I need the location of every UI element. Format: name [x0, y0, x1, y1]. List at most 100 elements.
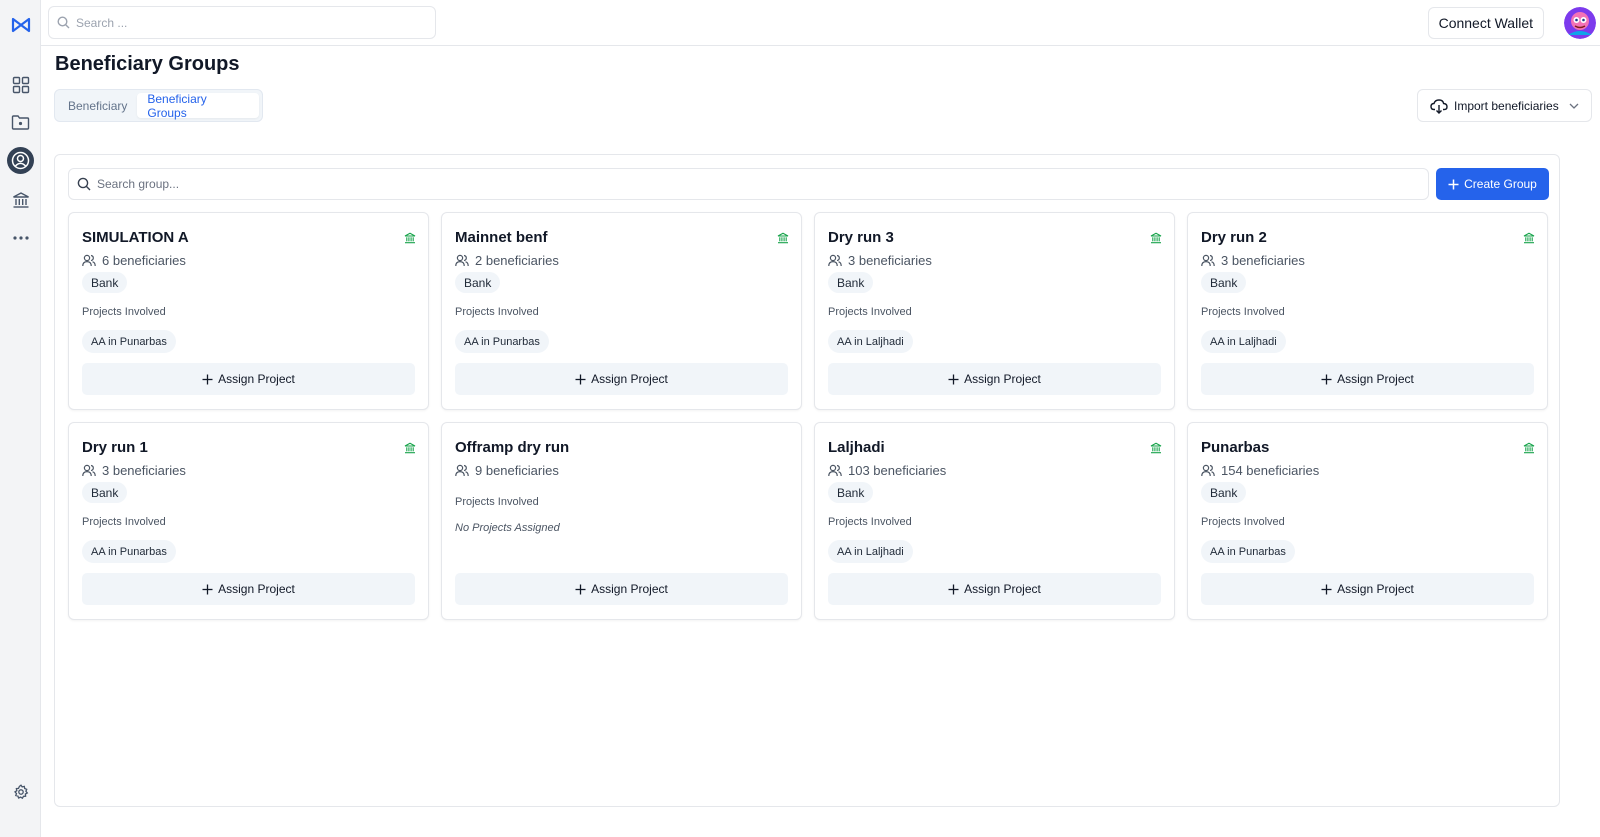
plus-icon: [948, 584, 959, 595]
assign-project-button[interactable]: Assign Project: [828, 573, 1161, 605]
bank-badge: Bank: [82, 482, 128, 503]
group-card[interactable]: Dry run 2 3 beneficiaries Bank Projects Inv…: [1187, 212, 1548, 410]
assign-project-button[interactable]: Assign Project: [828, 363, 1161, 395]
plus-icon: [948, 374, 959, 385]
projects-involved-label: Projects Involved: [1201, 516, 1285, 528]
beneficiary-count: 154 beneficiaries: [1201, 463, 1319, 478]
projects-involved-label: Projects Involved: [455, 306, 539, 318]
group-card[interactable]: SIMULATION A 6 beneficiaries Bank Projects …: [68, 212, 429, 410]
group-card[interactable]: Dry run 1 3 beneficiaries Bank Projects Inv…: [68, 422, 429, 620]
group-title: SIMULATION A: [82, 229, 189, 246]
assign-project-button[interactable]: Assign Project: [1201, 363, 1534, 395]
import-beneficiaries-button[interactable]: Import beneficiaries: [1417, 89, 1592, 122]
project-badge: AA in Punarbas: [82, 330, 176, 353]
assign-project-label: Assign Project: [964, 582, 1041, 596]
top-bar: Connect Wallet: [41, 0, 1600, 46]
groups-panel: Create Group SIMULATION A 6 beneficiaries…: [54, 154, 1560, 807]
projects-involved-label: Projects Involved: [1201, 306, 1285, 318]
projects-involved-label: Projects Involved: [455, 496, 539, 508]
bank-badge: Bank: [82, 272, 128, 293]
group-search-box[interactable]: [68, 168, 1429, 200]
group-card[interactable]: Punarbas 154 beneficiaries Bank Projects In…: [1187, 422, 1548, 620]
bank-icon[interactable]: [404, 442, 416, 454]
bank-badge: Bank: [1201, 482, 1247, 503]
folder-icon[interactable]: [7, 109, 34, 136]
group-search-input[interactable]: [97, 177, 1397, 191]
tab-beneficiary-groups[interactable]: Beneficiary Groups: [137, 92, 259, 120]
group-title: Punarbas: [1201, 439, 1270, 456]
beneficiary-count: 3 beneficiaries: [82, 463, 186, 478]
project-badge: AA in Punarbas: [82, 540, 176, 563]
group-card[interactable]: Offramp dry run 9 beneficiaries Projects I…: [441, 422, 802, 620]
top-search-box[interactable]: [48, 6, 436, 39]
group-title: Dry run 3: [828, 229, 894, 246]
group-title: Dry run 2: [1201, 229, 1267, 246]
beneficiary-count-label: 154 beneficiaries: [1221, 463, 1320, 478]
avatar-icon[interactable]: [1564, 7, 1596, 39]
bank-icon[interactable]: [7, 186, 34, 213]
top-search-input[interactable]: [76, 15, 406, 30]
projects-involved-label: Projects Involved: [82, 306, 166, 318]
users-icon: [82, 464, 96, 477]
dashboard-grid-icon[interactable]: [7, 71, 34, 98]
group-title: Offramp dry run: [455, 439, 570, 456]
bank-icon[interactable]: [1523, 442, 1535, 454]
bank-icon[interactable]: [1150, 442, 1162, 454]
user-circle-icon[interactable]: [7, 147, 34, 174]
assign-project-button[interactable]: Assign Project: [82, 363, 415, 395]
beneficiary-count: 103 beneficiaries: [828, 463, 946, 478]
users-icon: [828, 464, 842, 477]
assign-project-button[interactable]: Assign Project: [1201, 573, 1534, 605]
bank-badge: Bank: [455, 272, 501, 293]
page-title: Beneficiary Groups: [55, 53, 240, 75]
no-projects-text: No Projects Assigned: [455, 522, 560, 534]
bank-icon[interactable]: [1150, 232, 1162, 244]
group-card[interactable]: Dry run 3 3 beneficiaries Bank Projects Inv…: [814, 212, 1175, 410]
search-icon: [77, 177, 91, 191]
plus-icon: [575, 374, 586, 385]
assign-project-label: Assign Project: [218, 582, 295, 596]
assign-project-button[interactable]: Assign Project: [455, 363, 788, 395]
group-card[interactable]: Laljhadi 103 beneficiaries Bank Projects In…: [814, 422, 1175, 620]
beneficiary-count: 3 beneficiaries: [828, 253, 932, 268]
more-dots-icon[interactable]: [7, 224, 34, 251]
project-badge: AA in Punarbas: [455, 330, 549, 353]
plus-icon: [202, 374, 213, 385]
create-group-button[interactable]: Create Group: [1436, 168, 1549, 200]
plus-icon: [202, 584, 213, 595]
plus-icon: [1321, 374, 1332, 385]
group-title: Mainnet benf: [455, 229, 548, 246]
beneficiary-count-label: 3 beneficiaries: [1221, 253, 1305, 268]
assign-project-button[interactable]: Assign Project: [455, 573, 788, 605]
bank-icon[interactable]: [404, 232, 416, 244]
bank-badge: Bank: [828, 272, 874, 293]
sidebar: [0, 0, 41, 837]
users-icon: [1201, 254, 1215, 267]
gear-icon[interactable]: [7, 778, 34, 805]
bank-icon[interactable]: [777, 232, 789, 244]
connect-wallet-button[interactable]: Connect Wallet: [1427, 7, 1544, 39]
users-icon: [828, 254, 842, 267]
assign-project-button[interactable]: Assign Project: [82, 573, 415, 605]
project-badge: AA in Laljhadi: [828, 540, 913, 563]
project-badge: AA in Laljhadi: [1201, 330, 1286, 353]
plus-icon: [575, 584, 586, 595]
group-card[interactable]: Mainnet benf 2 beneficiaries Bank Projects …: [441, 212, 802, 410]
create-group-label: Create Group: [1464, 177, 1537, 191]
beneficiary-count: 6 beneficiaries: [82, 253, 186, 268]
chevron-down-icon: [1569, 103, 1579, 109]
group-card-grid: SIMULATION A 6 beneficiaries Bank Projects …: [68, 212, 1548, 620]
beneficiary-count-label: 9 beneficiaries: [475, 463, 559, 478]
logo-icon[interactable]: [7, 11, 34, 38]
beneficiary-count-label: 3 beneficiaries: [848, 253, 932, 268]
beneficiary-count-label: 103 beneficiaries: [848, 463, 947, 478]
tab-beneficiary[interactable]: Beneficiary: [58, 93, 137, 118]
import-label: Import beneficiaries: [1454, 98, 1559, 113]
bank-icon[interactable]: [1523, 232, 1535, 244]
beneficiary-count: 2 beneficiaries: [455, 253, 559, 268]
assign-project-label: Assign Project: [1337, 582, 1414, 596]
beneficiary-count-label: 3 beneficiaries: [102, 463, 186, 478]
beneficiary-count: 3 beneficiaries: [1201, 253, 1305, 268]
project-badge: AA in Punarbas: [1201, 540, 1295, 563]
search-icon: [57, 16, 70, 29]
